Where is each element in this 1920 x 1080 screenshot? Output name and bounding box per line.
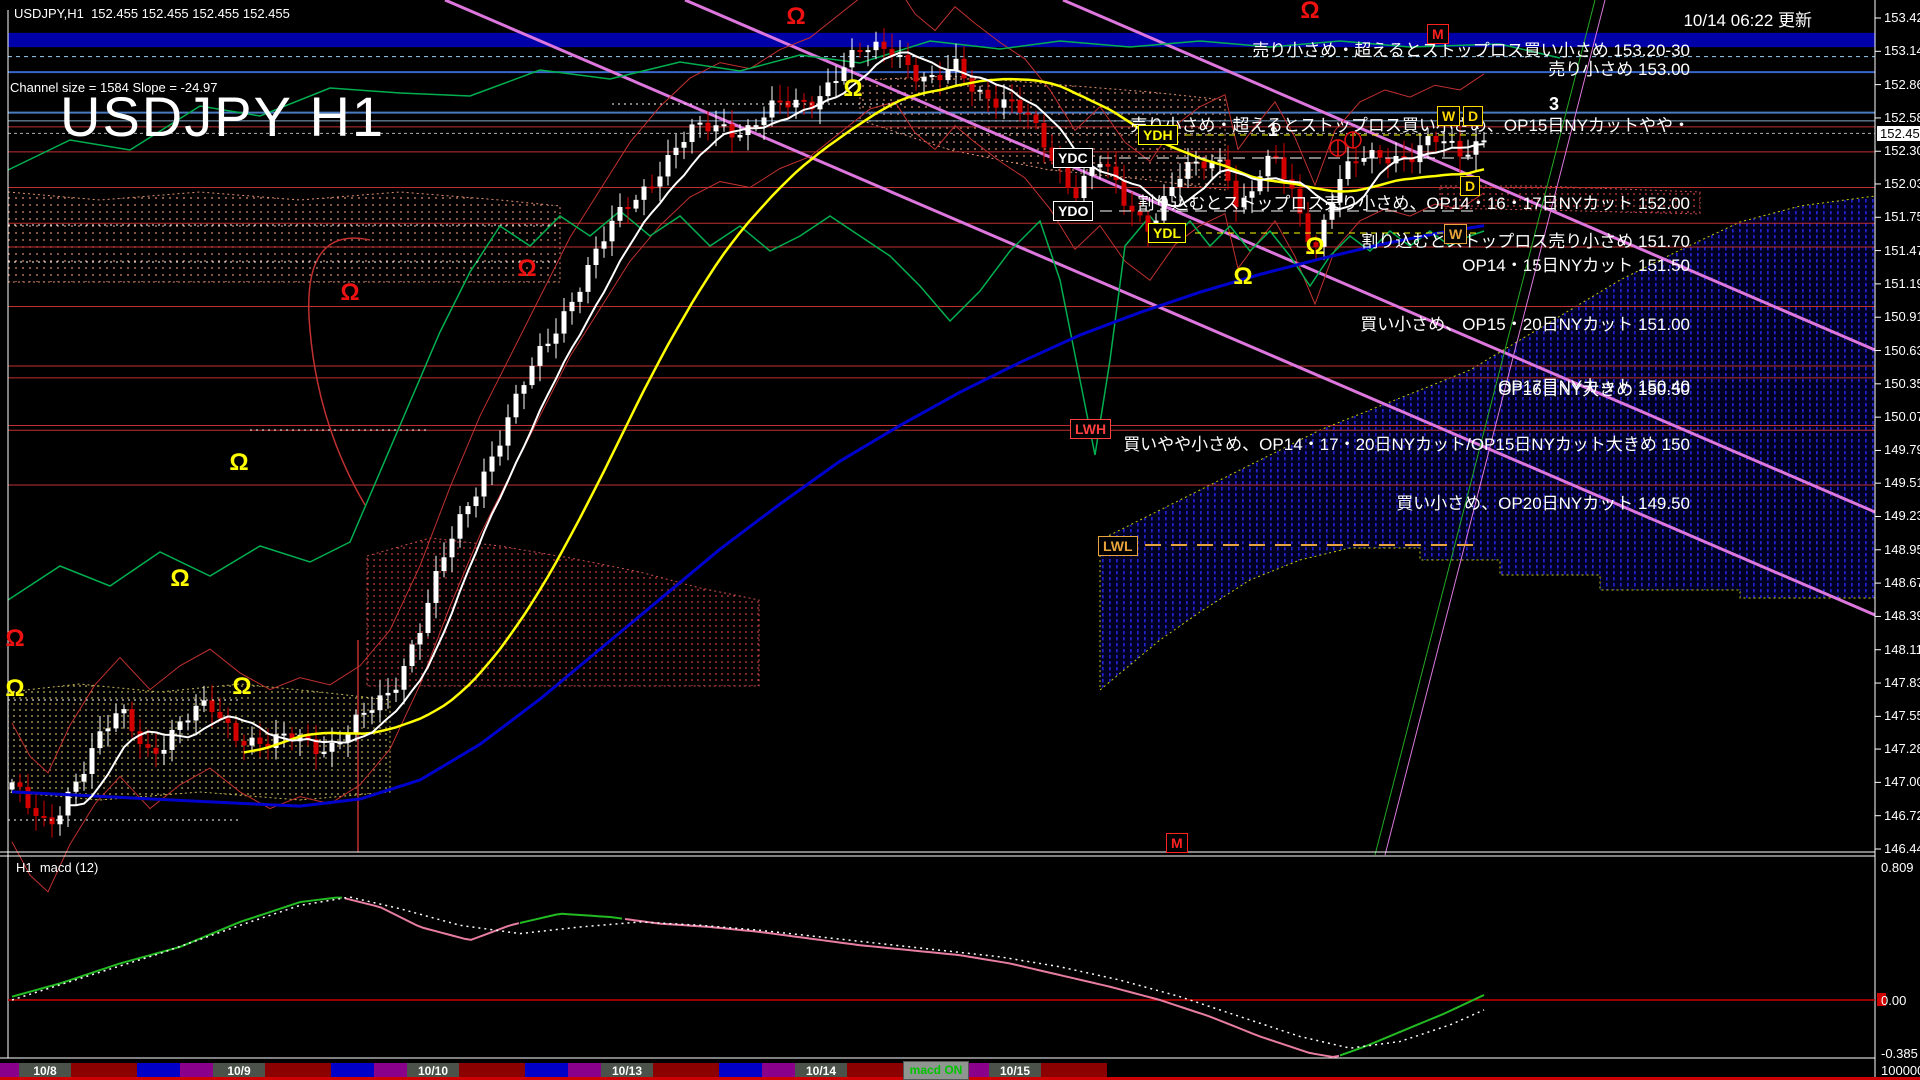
reversal-arrow-icon: Ω — [1305, 233, 1325, 260]
price-axis-label: 148.955 — [1884, 541, 1920, 557]
level-badge-w: W — [1444, 224, 1468, 244]
trade-note-annotation: OP16日NY大きめ 150.50 — [1498, 380, 1690, 399]
last-update-timestamp: 10/14 06:22 更新 — [1683, 11, 1812, 30]
price-axis-label: 152.865 — [1884, 76, 1920, 92]
price-axis-label: 149.790 — [1884, 442, 1920, 458]
price-axis-label: 153.425 — [1884, 10, 1920, 25]
price-axis-label: 153.145 — [1884, 43, 1920, 59]
trade-note-annotation: 割り込むとストップロス売り小さめ、OP14・16・17日NYカット 152.00 — [1137, 194, 1690, 213]
level-badge-ydc: YDC — [1053, 148, 1093, 168]
price-axis-label: 152.030 — [1884, 175, 1920, 191]
price-axis-label: 150.070 — [1884, 409, 1920, 425]
price-axis-label: 150.910 — [1884, 309, 1920, 325]
level-badge-ydo: YDO — [1053, 201, 1094, 221]
price-axis-label: 147.555 — [1884, 708, 1920, 724]
price-axis-label: 146.720 — [1884, 807, 1920, 823]
reversal-arrow-icon: Ω — [5, 625, 25, 652]
trade-note-annotation: 割り込むとストップロス売り小さめ 151.70 — [1361, 232, 1690, 251]
macd-axis-label: 100000 — [1881, 1063, 1920, 1078]
reversal-arrow-icon: Ω — [1233, 263, 1253, 290]
date-axis-label: 10/10 — [417, 1064, 449, 1078]
price-axis-label: 152.585 — [1884, 109, 1920, 125]
date-axis-label: 10/15 — [999, 1064, 1031, 1078]
price-axis-label: 149.235 — [1884, 508, 1920, 524]
price-axis-label: 151.470 — [1884, 242, 1920, 258]
price-axis-label: 152.305 — [1884, 143, 1920, 159]
macd-indicator-label: H1 macd (12) — [16, 860, 99, 875]
chart-watermark: USDJPY H1 — [60, 85, 386, 148]
level-badge-d: D — [1460, 176, 1481, 196]
wave-count-label: 3 — [1549, 94, 1560, 114]
level-badge-w: W — [1437, 106, 1461, 126]
price-axis-label: 148.115 — [1884, 641, 1920, 657]
reversal-arrow-icon: Ω — [517, 255, 537, 282]
trade-note-annotation: 買いやや小さめ、OP14・17・20日NYカット/OP15日NYカット大きめ 1… — [1123, 435, 1690, 454]
reversal-arrow-icon: Ω — [5, 675, 25, 702]
date-axis-label: 10/13 — [611, 1064, 643, 1078]
trade-note-annotation: 売り小さめ 153.00 — [1548, 60, 1690, 79]
trade-note-annotation: OP14・15日NYカット 151.50 — [1462, 256, 1690, 275]
macd-axis-label: -0.385 — [1881, 1046, 1918, 1061]
reversal-arrow-icon: Ω — [340, 279, 360, 306]
level-badge-ydh: YDH — [1138, 125, 1178, 145]
price-axis-label: 149.515 — [1884, 475, 1920, 491]
price-chart-area[interactable] — [0, 0, 1920, 1080]
macd-axis-label: 0.00 — [1881, 993, 1907, 1008]
price-axis-label: 147.835 — [1884, 675, 1920, 691]
reversal-arrow-icon: Ω — [170, 565, 190, 592]
level-badge-m: M — [1166, 833, 1188, 853]
level-badge-lwh: LWH — [1070, 419, 1112, 439]
price-axis-label: 148.395 — [1884, 608, 1920, 624]
reversal-arrow-icon: Ω — [843, 75, 863, 102]
trading-terminal-window: USDJPY,H1 152.455 152.455 152.455 152.45… — [0, 0, 1920, 1080]
symbol-ohlc-readout: USDJPY,H1 152.455 152.455 152.455 152.45… — [14, 6, 290, 21]
price-axis-label: 150.350 — [1884, 375, 1920, 391]
price-axis-label: 151.750 — [1884, 209, 1920, 225]
trade-note-annotation: 買い小さめ、OP15・20日NYカット 151.00 — [1360, 315, 1690, 334]
level-badge-d: D — [1463, 106, 1484, 126]
level-badge-m: M — [1427, 24, 1449, 44]
date-axis-label: 10/8 — [33, 1064, 57, 1078]
price-axis-label: 148.675 — [1884, 575, 1920, 591]
price-axis-label: 147.000 — [1884, 774, 1920, 790]
price-axis-label: 150.630 — [1884, 342, 1920, 358]
price-axis-label: 151.190 — [1884, 275, 1920, 291]
trade-note-annotation: 売り小さめ・超えるとストップロス買い小さめ、OP15日NYカットやや・ — [1130, 116, 1690, 135]
reversal-arrow-icon: Ω — [229, 449, 249, 476]
reversal-arrow-icon: Ω — [786, 3, 806, 30]
level-badge-ydl: YDL — [1148, 223, 1186, 243]
macd-on-toggle[interactable]: macd ON — [903, 1061, 969, 1080]
price-axis-label: 147.280 — [1884, 741, 1920, 757]
trade-note-annotation: 買い小さめ、OP20日NYカット 149.50 — [1396, 494, 1690, 513]
date-axis-label: 10/14 — [805, 1064, 837, 1078]
date-axis-label: 10/9 — [227, 1064, 251, 1078]
reversal-arrow-icon: Ω — [1300, 0, 1320, 24]
wave-count-label: 1 — [1268, 120, 1279, 140]
current-price-tag: 152.455 — [1877, 126, 1920, 141]
level-badge-lwl: LWL — [1098, 536, 1138, 556]
macd-axis-label: 0.809 — [1881, 860, 1914, 875]
price-axis-label: 146.440 — [1884, 841, 1920, 856]
reversal-arrow-icon: Ω — [232, 673, 252, 700]
